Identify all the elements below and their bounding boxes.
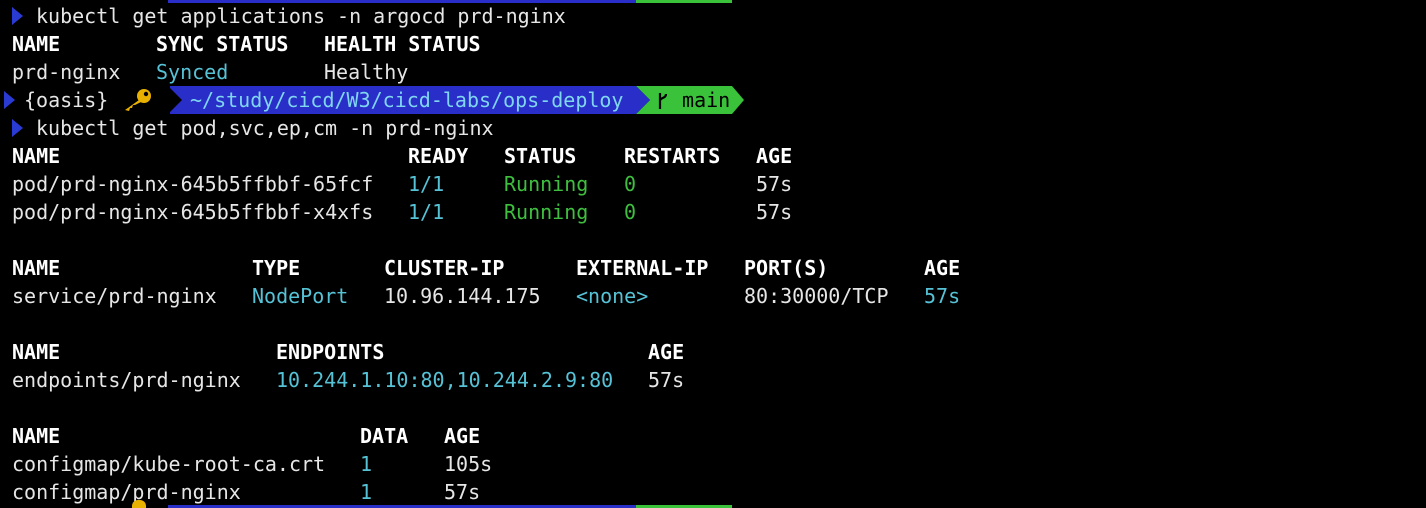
configmaps-header-row: NAME DATA AGE	[12, 422, 480, 450]
configmap-name: configmap/kube-root-ca.crt	[12, 452, 326, 476]
prompt-directory-arrow	[636, 86, 650, 114]
app-health-status: Healthy	[324, 60, 409, 84]
prompt-segment-separator	[168, 86, 182, 114]
header-name: NAME	[12, 32, 61, 56]
configmap-name: configmap/prd-nginx	[12, 480, 241, 504]
prompt-chevron-icon	[12, 119, 23, 137]
pod-status: Running	[504, 172, 589, 196]
header-health-status: HEALTH STATUS	[324, 32, 481, 56]
endpoints-header-row: NAME ENDPOINTS AGE	[12, 338, 684, 366]
prompt-git-branch: main	[656, 86, 730, 114]
service-external-ip: <none>	[576, 284, 649, 308]
pod-ready: 1/1	[408, 172, 445, 196]
table-row: pod/prd-nginx-645b5ffbbf-65fcf 1/1 Runni…	[12, 170, 792, 198]
prompt-git-arrow	[732, 86, 744, 114]
header-age: AGE	[756, 144, 793, 168]
service-age: 57s	[924, 284, 961, 308]
endpoints-name: endpoints/prd-nginx	[12, 368, 241, 392]
pod-age: 57s	[756, 200, 793, 224]
endpoints-age: 57s	[648, 368, 685, 392]
app-sync-status: Synced	[156, 60, 229, 84]
prompt-context: {oasis}	[24, 88, 109, 112]
pod-name: pod/prd-nginx-645b5ffbbf-65fcf	[12, 172, 374, 196]
header-sync-status: SYNC STATUS	[156, 32, 289, 56]
header-ports: PORT(S)	[744, 256, 829, 280]
prompt-directory: ~/study/cicd/W3/cicd-labs/ops-deploy	[190, 88, 624, 112]
pod-status: Running	[504, 200, 589, 224]
pod-restarts: 0	[624, 200, 637, 224]
configmap-age: 105s	[444, 452, 493, 476]
key-icon	[132, 500, 146, 508]
applications-header-row: NAME SYNC STATUS HEALTH STATUS	[12, 30, 481, 58]
header-endpoints: ENDPOINTS	[276, 340, 385, 364]
branch-name: main	[682, 88, 731, 112]
app-name: prd-nginx	[12, 60, 121, 84]
pod-ready: 1/1	[408, 200, 445, 224]
configmap-data: 1	[360, 480, 373, 504]
pods-header-row: NAME READY STATUS RESTARTS AGE	[12, 142, 792, 170]
git-branch-icon	[658, 93, 668, 109]
header-status: STATUS	[504, 144, 577, 168]
key-icon	[125, 89, 151, 111]
header-name: NAME	[12, 256, 61, 280]
command-line-1: kubectl get applications -n argocd prd-n…	[0, 2, 566, 30]
command-text-2: kubectl get pod,svc,ep,cm -n prd-nginx	[36, 116, 494, 140]
command-text-1: kubectl get applications -n argocd prd-n…	[36, 4, 566, 28]
service-name: service/prd-nginx	[12, 284, 217, 308]
header-restarts: RESTARTS	[624, 144, 721, 168]
command-line-2: kubectl get pod,svc,ep,cm -n prd-nginx	[0, 114, 494, 142]
header-cluster-ip: CLUSTER-IP	[384, 256, 505, 280]
table-row: configmap/kube-root-ca.crt 1 105s	[12, 450, 492, 478]
service-ports: 80:30000/TCP	[744, 284, 889, 308]
header-name: NAME	[12, 144, 61, 168]
table-row: prd-nginx Synced Healthy	[12, 58, 408, 86]
service-type: NodePort	[252, 284, 349, 308]
header-name: NAME	[12, 340, 61, 364]
header-type: TYPE	[252, 256, 301, 280]
prompt-bar-top-git-segment	[636, 0, 732, 3]
pod-restarts: 0	[624, 172, 637, 196]
header-age: AGE	[444, 424, 481, 448]
terminal-window[interactable]: kubectl get applications -n argocd prd-n…	[0, 0, 1426, 508]
endpoints-addresses: 10.244.1.10:80,10.244.2.9:80	[276, 368, 614, 392]
prompt-chevron-icon	[12, 7, 23, 25]
header-external-ip: EXTERNAL-IP	[576, 256, 709, 280]
service-cluster-ip: 10.96.144.175	[384, 284, 541, 308]
configmap-data: 1	[360, 452, 373, 476]
header-name: NAME	[12, 424, 61, 448]
header-data: DATA	[360, 424, 409, 448]
pod-name: pod/prd-nginx-645b5ffbbf-x4xfs	[12, 200, 374, 224]
header-age: AGE	[648, 340, 685, 364]
services-header-row: NAME TYPE CLUSTER-IP EXTERNAL-IP PORT(S)…	[12, 254, 960, 282]
shell-prompt: {oasis} ~/study/cicd/W3/cicd-labs/ops-de…	[0, 86, 760, 114]
table-row: endpoints/prd-nginx 10.244.1.10:80,10.24…	[12, 366, 684, 394]
header-age: AGE	[924, 256, 961, 280]
header-ready: READY	[408, 144, 469, 168]
table-row: configmap/prd-nginx 1 57s	[12, 478, 480, 506]
pod-age: 57s	[756, 172, 793, 196]
configmap-age: 57s	[444, 480, 481, 504]
prompt-chevron-icon	[4, 91, 15, 109]
table-row: service/prd-nginx NodePort 10.96.144.175…	[12, 282, 960, 310]
table-row: pod/prd-nginx-645b5ffbbf-x4xfs 1/1 Runni…	[12, 198, 792, 226]
